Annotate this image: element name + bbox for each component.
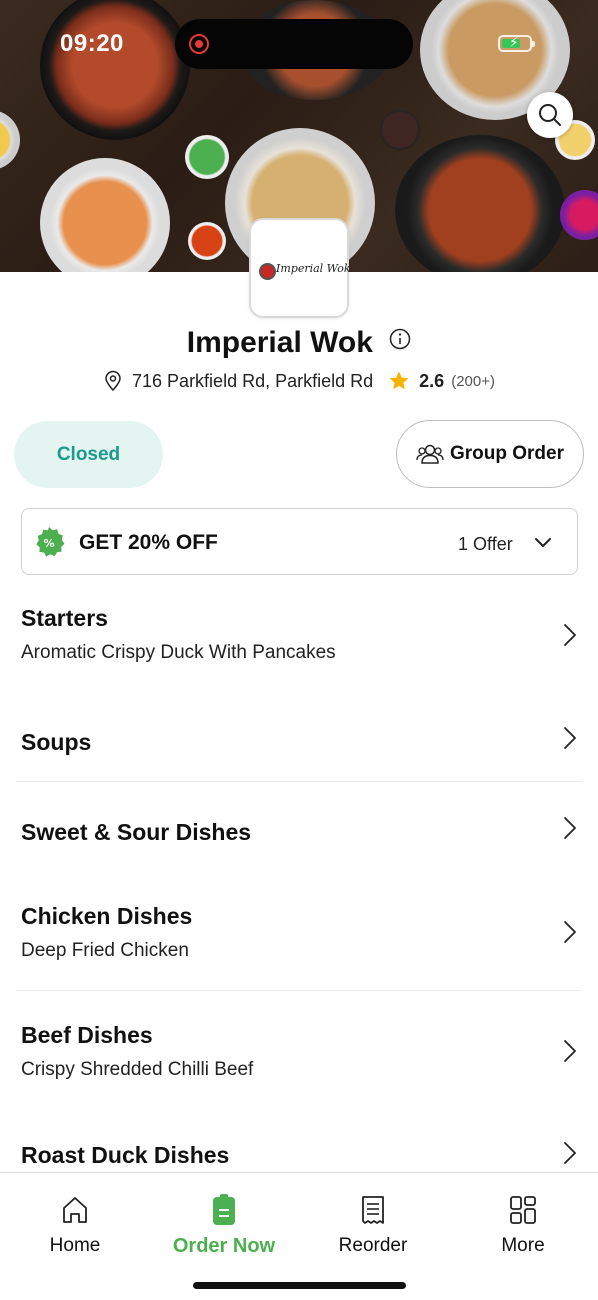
chevron-right-icon xyxy=(564,817,576,839)
restaurant-name-row: Imperial Wok xyxy=(0,326,598,360)
group-order-button[interactable]: Group Order xyxy=(396,420,584,488)
logo-text: Imperial Wok xyxy=(276,262,351,275)
grid-icon xyxy=(510,1196,536,1224)
group-users-icon xyxy=(416,444,444,464)
category-title: Chicken Dishes xyxy=(21,903,193,929)
nav-home-label: Home xyxy=(49,1235,101,1256)
category-subtitle: Deep Fried Chicken xyxy=(21,940,189,961)
recording-indicator-icon xyxy=(189,34,209,54)
menu-category-starters[interactable]: Starters Aromatic Crispy Duck With Panca… xyxy=(0,600,598,680)
svg-text:%: % xyxy=(43,537,54,550)
menu-category-sweet-sour[interactable]: Sweet & Sour Dishes xyxy=(0,800,598,870)
divider xyxy=(16,990,582,991)
home-icon xyxy=(63,1197,87,1223)
charging-bolt-icon: ⚡ xyxy=(509,34,519,50)
category-subtitle: Crispy Shredded Chilli Beef xyxy=(21,1059,254,1080)
chevron-right-icon xyxy=(564,727,576,749)
order-icon xyxy=(213,1194,235,1225)
menu-category-soups[interactable]: Soups xyxy=(0,710,598,780)
category-title: Starters xyxy=(21,605,108,631)
bottom-nav-bar: Home Order Now Reorder More xyxy=(0,1172,598,1300)
offer-title: GET 20% OFF xyxy=(79,531,218,554)
dynamic-island xyxy=(175,19,413,69)
nav-reorder[interactable]: Reorder xyxy=(298,1193,448,1257)
nav-more-label: More xyxy=(501,1235,545,1256)
restaurant-meta: 716 Parkfield Rd, Parkfield Rd 2.6 (200+… xyxy=(0,370,598,392)
restaurant-name: Imperial Wok xyxy=(186,326,373,359)
chevron-right-icon xyxy=(564,1040,576,1062)
battery-icon: ⚡ xyxy=(498,34,535,52)
chevron-right-icon xyxy=(564,921,576,943)
status-time: 09:20 xyxy=(60,30,124,57)
restaurant-address: 716 Parkfield Rd, Parkfield Rd xyxy=(132,370,374,391)
search-button[interactable] xyxy=(527,92,573,138)
closed-status-badge: Closed xyxy=(14,421,163,488)
home-indicator xyxy=(193,1282,406,1289)
offer-banner[interactable]: % GET 20% OFF 1 Offer xyxy=(21,508,578,575)
nav-order-now[interactable]: Order Now xyxy=(149,1193,299,1258)
chevron-right-icon xyxy=(564,1142,576,1164)
discount-badge-icon: % xyxy=(36,527,65,557)
search-icon xyxy=(539,104,561,126)
chevron-right-icon xyxy=(564,624,576,646)
rating-count: (200+) xyxy=(451,372,495,390)
nav-more[interactable]: More xyxy=(448,1193,598,1257)
logo-emblem-icon xyxy=(259,263,276,280)
info-button[interactable] xyxy=(389,324,411,358)
group-order-label: Group Order xyxy=(449,443,564,464)
category-title: Beef Dishes xyxy=(21,1022,153,1048)
chevron-down-icon xyxy=(535,538,551,547)
rating-value: 2.6 xyxy=(419,370,445,391)
receipt-icon xyxy=(362,1196,384,1224)
restaurant-page: 09:20 ⚡ Imperial Wok Imperial Wok 716 Pa… xyxy=(0,0,598,1300)
nav-order-now-label: Order Now xyxy=(172,1235,276,1257)
nav-reorder-label: Reorder xyxy=(338,1235,408,1256)
category-title: Sweet & Sour Dishes xyxy=(21,819,252,845)
info-icon xyxy=(390,328,411,350)
restaurant-logo: Imperial Wok xyxy=(249,218,351,318)
divider xyxy=(16,781,582,782)
menu-category-beef[interactable]: Beef Dishes Crispy Shredded Chilli Beef xyxy=(0,1017,598,1097)
category-title: Soups xyxy=(21,729,92,755)
menu-category-chicken[interactable]: Chicken Dishes Deep Fried Chicken xyxy=(0,898,598,978)
category-title: Roast Duck Dishes xyxy=(21,1142,230,1168)
category-subtitle: Aromatic Crispy Duck With Pancakes xyxy=(21,642,336,663)
star-icon xyxy=(389,371,409,390)
location-pin-icon xyxy=(105,371,121,392)
menu-category-roast-duck[interactable]: Roast Duck Dishes xyxy=(0,1130,598,1172)
offer-count: 1 Offer xyxy=(458,534,513,554)
nav-home[interactable]: Home xyxy=(0,1193,150,1257)
